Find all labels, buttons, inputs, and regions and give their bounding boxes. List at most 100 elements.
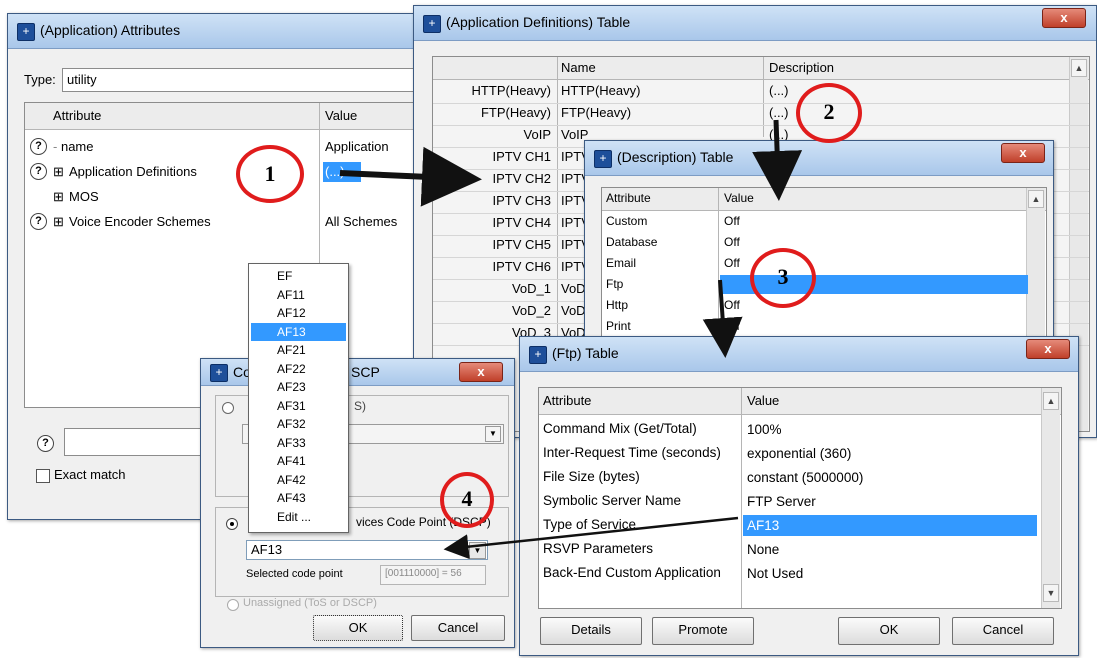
close-icon[interactable]: x <box>1001 143 1045 163</box>
col-attribute-header[interactable]: Attribute <box>606 191 651 205</box>
exact-match-checkbox[interactable] <box>36 469 50 483</box>
title-bar[interactable]: + (Description) Table x <box>585 141 1053 176</box>
expand-icon[interactable]: ⊞ <box>53 164 64 180</box>
dropdown-option[interactable]: AF21 <box>251 341 346 359</box>
row-value[interactable]: Off <box>720 212 1028 231</box>
dropdown-option[interactable]: AF13 <box>251 322 346 341</box>
row-label: IPTV CH6 <box>492 259 551 274</box>
grid-header: Attribute Value <box>25 103 417 130</box>
close-icon[interactable]: x <box>459 362 503 382</box>
row-label: VoIP <box>523 127 551 142</box>
attr-row-name[interactable]: ? - name Application <box>25 137 417 159</box>
row-value[interactable]: 100% <box>743 419 1037 440</box>
attr-value[interactable]: (...) <box>323 162 361 182</box>
col-description-header[interactable]: Description <box>769 60 834 75</box>
cancel-button[interactable]: Cancel <box>952 617 1054 645</box>
attr-row-mos[interactable]: ⊞ MOS <box>25 187 417 209</box>
row-name[interactable]: FTP(Heavy) <box>561 105 631 120</box>
row-value[interactable]: Off <box>720 317 1028 336</box>
dropdown-arrow-icon[interactable]: ▼ <box>469 542 486 559</box>
row-value[interactable]: AF13 <box>743 515 1037 536</box>
dropdown-option[interactable]: AF42 <box>251 471 346 489</box>
dscp-radio[interactable] <box>226 518 238 530</box>
table-row[interactable]: Custom Off <box>602 212 1046 233</box>
ok-button[interactable]: OK <box>313 615 403 641</box>
table-row[interactable]: Database Off <box>602 233 1046 254</box>
title-bar[interactable]: + (Ftp) Table x <box>520 337 1078 372</box>
dropdown-option[interactable]: AF23 <box>251 378 346 396</box>
table-row[interactable]: Symbolic Server Name FTP Server <box>539 490 1061 514</box>
scroll-down-icon[interactable]: ▼ <box>1043 584 1059 602</box>
help-icon[interactable]: ? <box>30 163 47 180</box>
table-row[interactable]: FTP(Heavy) FTP(Heavy) (...) <box>433 103 1089 126</box>
row-value[interactable]: Not Used <box>743 563 1037 584</box>
scroll-up-icon[interactable]: ▲ <box>1071 59 1087 77</box>
dscp-select[interactable]: AF13 ▼ <box>246 540 488 560</box>
row-value[interactable]: FTP Server <box>743 491 1037 512</box>
tos-radio[interactable] <box>222 402 234 414</box>
table-row[interactable]: Command Mix (Get/Total) 100% <box>539 418 1061 442</box>
app-icon: + <box>210 364 228 382</box>
help-icon[interactable]: ? <box>37 435 54 452</box>
title-bar[interactable]: + (Application) Attributes <box>8 14 416 49</box>
table-row[interactable]: Ftp <box>602 275 1046 296</box>
scroll-up-icon[interactable]: ▲ <box>1028 190 1044 208</box>
table-row[interactable]: Inter-Request Time (seconds) exponential … <box>539 442 1061 466</box>
attr-value[interactable]: Application <box>325 139 389 154</box>
table-row[interactable]: Email Off <box>602 254 1046 275</box>
expand-icon[interactable]: ⊞ <box>53 214 64 230</box>
close-icon[interactable]: x <box>1026 339 1070 359</box>
col-value-header[interactable]: Value <box>724 191 754 205</box>
expand-icon[interactable]: ⊞ <box>53 189 64 205</box>
dropdown-option[interactable]: Edit ... <box>251 508 346 526</box>
attr-row-app-definitions[interactable]: ? ⊞ Application Definitions (...) <box>25 162 417 184</box>
table-row[interactable]: Print Off <box>602 317 1046 338</box>
title-bar[interactable]: + (Application Definitions) Table x <box>414 6 1096 41</box>
dropdown-option[interactable]: EF <box>251 267 346 285</box>
unassigned-radio[interactable] <box>227 599 239 611</box>
close-icon[interactable]: x <box>1042 8 1086 28</box>
col-attribute-header[interactable]: Attribute <box>543 393 591 408</box>
dropdown-option[interactable]: AF31 <box>251 397 346 415</box>
row-attribute: Http <box>606 298 629 312</box>
scroll-up-icon[interactable]: ▲ <box>1043 392 1059 410</box>
dropdown-option[interactable]: AF33 <box>251 434 346 452</box>
row-attribute: Command Mix (Get/Total) <box>543 421 697 436</box>
row-value[interactable]: Off <box>720 233 1028 252</box>
row-value[interactable]: None <box>743 539 1037 560</box>
cancel-button[interactable]: Cancel <box>411 615 505 641</box>
dropdown-option[interactable]: AF12 <box>251 304 346 322</box>
details-button[interactable]: Details <box>540 617 642 645</box>
row-name[interactable]: VoD <box>561 281 586 296</box>
dropdown-option[interactable]: AF43 <box>251 489 346 507</box>
row-description[interactable]: (...) <box>769 83 789 98</box>
row-value[interactable]: constant (5000000) <box>743 467 1037 488</box>
ok-button[interactable]: OK <box>838 617 940 645</box>
table-row[interactable]: Type of Service AF13 <box>539 514 1061 538</box>
col-name-header[interactable]: Name <box>561 60 596 75</box>
type-field[interactable]: utility <box>62 68 414 92</box>
col-value-header[interactable]: Value <box>325 108 357 123</box>
row-name[interactable]: HTTP(Heavy) <box>561 83 640 98</box>
col-attribute-header[interactable]: Attribute <box>53 108 101 123</box>
table-row[interactable]: HTTP(Heavy) HTTP(Heavy) (...) <box>433 81 1089 104</box>
table-row[interactable]: RSVP Parameters None <box>539 538 1061 562</box>
table-row[interactable]: File Size (bytes) constant (5000000) <box>539 466 1061 490</box>
row-description[interactable]: (...) <box>769 105 789 120</box>
col-value-header[interactable]: Value <box>747 393 779 408</box>
attr-value[interactable]: All Schemes <box>325 214 397 229</box>
table-row[interactable]: Back-End Custom Application Not Used <box>539 562 1061 586</box>
help-icon[interactable]: ? <box>30 213 47 230</box>
dropdown-option[interactable]: AF22 <box>251 360 346 378</box>
row-name[interactable]: VoD <box>561 303 586 318</box>
row-value[interactable]: exponential (360) <box>743 443 1037 464</box>
attr-name: Voice Encoder Schemes <box>69 214 211 229</box>
dropdown-arrow-icon[interactable]: ▼ <box>485 426 501 442</box>
promote-button[interactable]: Promote <box>652 617 754 645</box>
attr-row-voice-encoder[interactable]: ? ⊞ Voice Encoder Schemes All Schemes <box>25 212 417 234</box>
table-row[interactable]: Http Off <box>602 296 1046 317</box>
dropdown-option[interactable]: AF11 <box>251 286 346 304</box>
dropdown-option[interactable]: AF41 <box>251 452 346 470</box>
dropdown-option[interactable]: AF32 <box>251 415 346 433</box>
help-icon[interactable]: ? <box>30 138 47 155</box>
